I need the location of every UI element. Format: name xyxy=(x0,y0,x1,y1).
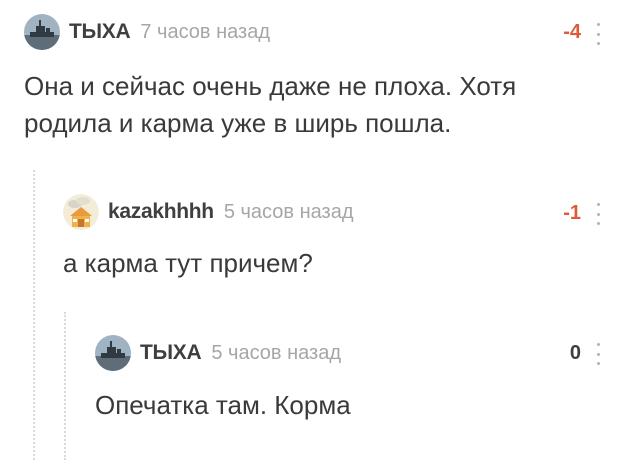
comment-rating: -4 xyxy=(563,21,581,43)
house-avatar-icon xyxy=(63,194,99,230)
ship-photo-avatar-icon xyxy=(95,335,131,371)
thread-branch-line-level1 xyxy=(33,170,35,460)
user-avatar[interactable] xyxy=(24,14,60,50)
comment-rating: -1 xyxy=(563,202,581,224)
comment-time[interactable]: 5 часов назад xyxy=(211,342,341,365)
comment-rating: 0 xyxy=(569,342,581,364)
comment-header: kazakhhhh 5 часов назад xyxy=(63,194,354,230)
comment-header: ТЫХА 5 часов назад xyxy=(95,335,341,371)
comment-text: Опечатка там. Корма xyxy=(95,390,351,420)
more-vertical-icon[interactable] xyxy=(594,203,602,225)
username-link[interactable]: kazakhhhh xyxy=(108,200,214,224)
ship-photo-avatar-icon xyxy=(24,14,60,50)
comment-text: Она и сейчас очень даже не плоха. Хотя р… xyxy=(24,71,517,138)
comment-header: ТЫХА 7 часов назад xyxy=(24,14,270,50)
username-link[interactable]: ТЫХА xyxy=(140,341,202,365)
thread-branch-line-level2 xyxy=(64,312,66,460)
comment-time[interactable]: 5 часов назад xyxy=(224,201,354,224)
more-vertical-icon[interactable] xyxy=(594,343,602,365)
username-link[interactable]: ТЫХА xyxy=(69,20,131,44)
comment-text: а карма тут причем? xyxy=(63,248,313,278)
comment-time[interactable]: 7 часов назад xyxy=(140,21,270,44)
user-avatar[interactable] xyxy=(63,194,99,230)
more-vertical-icon[interactable] xyxy=(594,23,602,45)
user-avatar[interactable] xyxy=(95,335,131,371)
